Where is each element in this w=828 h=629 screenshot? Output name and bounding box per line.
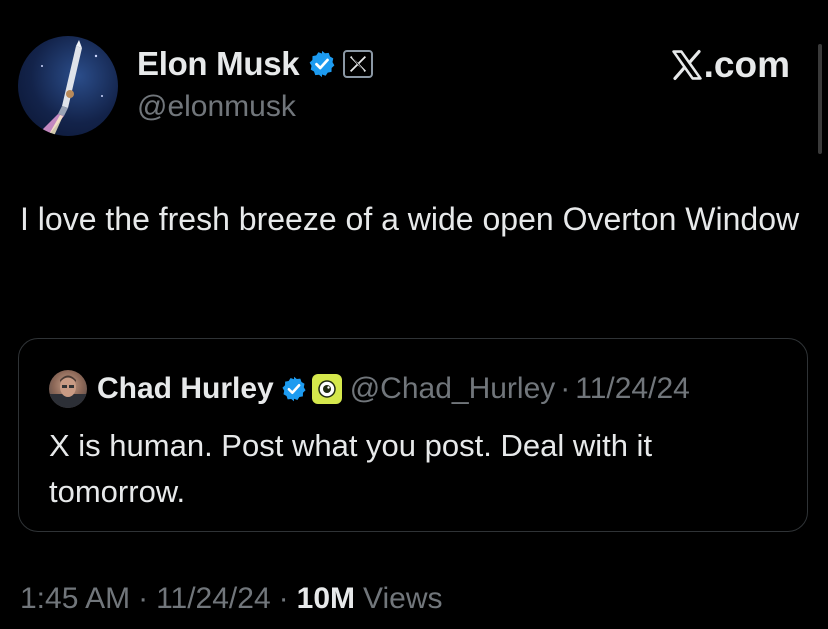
tweet-meta: 1:45 AM · 11/24/24 · 10M Views [20, 582, 442, 616]
eye-org-badge-icon[interactable] [311, 374, 342, 404]
quoted-author-avatar[interactable] [49, 370, 87, 408]
scrollbar[interactable] [818, 44, 822, 154]
x-logo-icon [671, 49, 702, 81]
author-name-row: Elon Musk [137, 44, 374, 84]
verified-badge-icon[interactable] [280, 375, 308, 403]
separator-dot: · [278, 582, 289, 615]
quoted-author-name[interactable]: Chad Hurley [97, 372, 274, 406]
tweet-date[interactable]: 11/24/24 [156, 582, 271, 616]
tweet-text: I love the fresh breeze of a wide open O… [20, 201, 800, 237]
quoted-tweet-text: X is human. Post what you post. Deal wit… [49, 428, 653, 509]
x-com-watermark: .com [670, 44, 790, 86]
rocket-launch-avatar-icon [36, 40, 103, 136]
quoted-author-handle[interactable]: @Chad_Hurley [350, 372, 556, 406]
quoted-tweet-date[interactable]: 11/24/24 [575, 372, 690, 406]
x-logo-badge-icon[interactable] [343, 50, 374, 78]
author-block: Elon Musk @elonmusk [137, 44, 374, 124]
verified-badge-icon[interactable] [307, 49, 337, 79]
separator-dot: · [138, 582, 149, 615]
author-avatar[interactable] [18, 36, 118, 136]
author-display-name[interactable]: Elon Musk [137, 45, 300, 83]
separator-dot: · [560, 372, 571, 405]
watermark-label: .com [703, 44, 790, 85]
views-label: Views [363, 582, 443, 615]
tweet-time[interactable]: 1:45 AM [20, 582, 130, 616]
views-count[interactable]: 10M [297, 582, 355, 616]
quoted-tweet-card[interactable]: Chad Hurley @Chad_Hurley · 11/24/24 X is… [18, 338, 808, 532]
tweet-container: Elon Musk @elonmusk .com I love the fres… [0, 0, 828, 629]
author-handle[interactable]: @elonmusk [137, 90, 373, 124]
quoted-tweet-header: Chad Hurley @Chad_Hurley · 11/24/24 [49, 369, 690, 409]
